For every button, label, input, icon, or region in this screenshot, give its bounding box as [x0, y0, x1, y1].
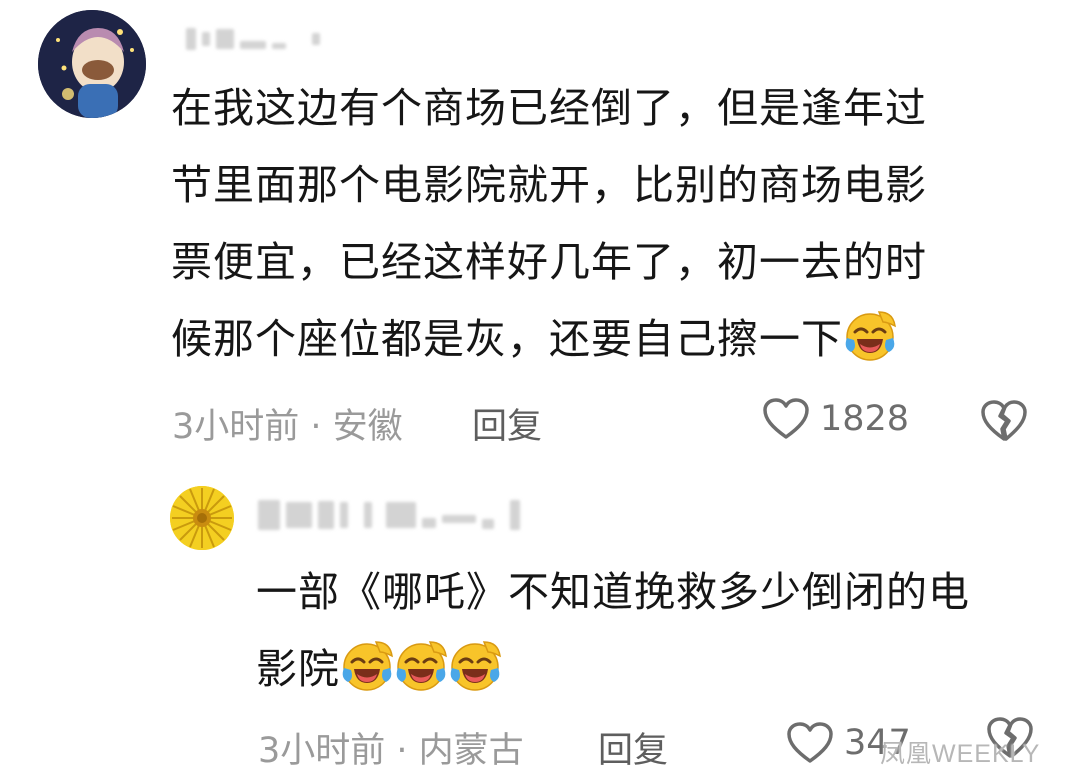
flower-avatar-icon [170, 486, 234, 550]
avatar-illustration-icon [38, 10, 146, 118]
reply-comment-text: 一部《哪吒》不知道挽救多少倒闭的电 影院 [256, 554, 1056, 708]
laugh-cry-emoji-icon [340, 638, 394, 692]
comment-meta: 3小时前 · 安徽 [172, 407, 403, 447]
comment-text: 在我这边有个商场已经倒了，但是逢年过 节里面那个电影院就开，比别的商场电影 票便… [171, 70, 1011, 378]
username-redacted[interactable] [186, 28, 320, 50]
heart-icon [787, 722, 833, 763]
broken-heart-icon [981, 400, 1027, 441]
watermark: 凤凰WEEKLY [880, 740, 1041, 768]
heart-icon [763, 398, 809, 439]
laugh-cry-emoji-icon [394, 638, 448, 692]
reply-comment-meta: 3小时前 · 内蒙古 [258, 731, 524, 771]
reply-username-redacted[interactable] [258, 500, 520, 530]
like-button[interactable]: 1828 [762, 397, 909, 441]
dislike-button[interactable] [980, 399, 1028, 447]
reply-button[interactable]: 回复 [472, 398, 542, 449]
laugh-cry-emoji-icon [448, 638, 502, 692]
reply-button[interactable]: 回复 [598, 722, 668, 773]
reply-user-avatar[interactable] [170, 486, 234, 550]
like-count: 1828 [820, 399, 910, 439]
comment-body: 在我这边有个商场已经倒了，但是逢年过 节里面那个电影院就开，比别的商场电影 票便… [171, 84, 927, 363]
laugh-cry-emoji-icon [843, 308, 897, 362]
user-avatar[interactable] [38, 10, 146, 118]
